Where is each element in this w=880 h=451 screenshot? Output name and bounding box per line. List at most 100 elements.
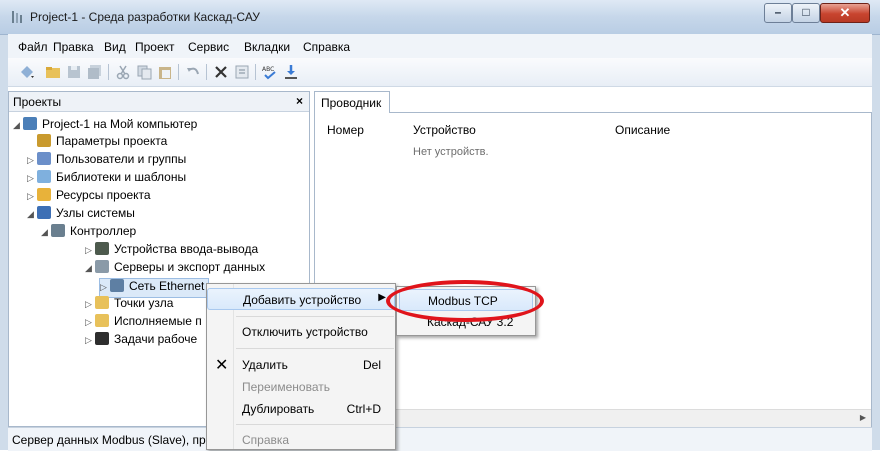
menu-item-rename[interactable]: Переименовать <box>207 376 395 398</box>
menu-view[interactable]: Вид <box>104 40 126 54</box>
copy-icon[interactable] <box>135 63 153 81</box>
tree-item-servers[interactable]: ◢ Серверы и экспорт данных <box>85 260 265 278</box>
network-nodes-icon <box>37 206 51 219</box>
menu-item-disable-device[interactable]: Отключить устройство <box>207 321 395 343</box>
tree-item-label: Сеть Ethernet <box>129 279 205 293</box>
expand-arrow-icon[interactable]: ◢ <box>13 120 23 131</box>
status-text: Сервер данных Modbus (Slave), пр <box>12 433 206 447</box>
server-icon <box>95 260 109 273</box>
tree-item-resources[interactable]: ▷ Ресурсы проекта <box>27 188 151 206</box>
toolbar-separator <box>178 64 179 80</box>
ethernet-icon <box>110 279 124 292</box>
tree-item-system-nodes[interactable]: ◢ Узлы системы <box>27 206 135 224</box>
projects-panel-header: Проекты × <box>9 92 309 112</box>
tree-item-executables[interactable]: ▷ Исполняемые п <box>85 314 202 332</box>
column-header-description[interactable]: Описание <box>615 123 670 137</box>
tab-explorer[interactable]: Проводник <box>314 91 390 113</box>
menu-file[interactable]: Файл <box>18 40 48 54</box>
controller-icon <box>51 224 65 237</box>
expand-arrow-icon[interactable]: ▷ <box>85 245 95 256</box>
toolbar-separator <box>108 64 109 80</box>
menu-item-help[interactable]: Справка <box>207 429 395 451</box>
expand-arrow-icon[interactable]: ▷ <box>27 173 37 184</box>
client-area: Файл Правка Вид Проект Сервис Вкладки Сп… <box>8 34 872 451</box>
tree-item-tasks[interactable]: ▷ Задачи рабоче <box>85 332 197 350</box>
empty-list-message: Нет устройств. <box>413 146 489 158</box>
maximize-icon: □ <box>802 5 810 19</box>
submenu-arrow-icon: ▶ <box>378 292 386 303</box>
console-icon <box>95 332 109 345</box>
menu-item-add-device[interactable]: Добавить устройство ▶ <box>207 288 395 310</box>
menu-item-delete[interactable]: ✕ Удалить Del <box>207 354 395 376</box>
delete-icon[interactable] <box>212 63 230 81</box>
minimize-button[interactable]: – <box>764 3 792 23</box>
folder-icon <box>95 296 109 309</box>
tree-item-project-params[interactable]: Параметры проекта <box>27 134 167 152</box>
close-button[interactable]: ✕ <box>820 3 870 23</box>
horizontal-scrollbar[interactable]: ▶ <box>315 409 871 427</box>
tree-item-io-devices[interactable]: ▷ Устройства ввода-вывода <box>85 242 258 260</box>
menu-item-duplicate[interactable]: Дублировать Ctrl+D <box>207 398 395 420</box>
status-bar: Сервер данных Modbus (Slave), пр <box>8 427 872 451</box>
title-bar[interactable]: Project-1 - Среда разработки Каскад-САУ … <box>0 0 880 35</box>
menu-bar: Файл Правка Вид Проект Сервис Вкладки Сп… <box>8 34 872 59</box>
menu-project[interactable]: Проект <box>135 40 175 54</box>
expand-arrow-icon[interactable]: ▷ <box>85 317 95 328</box>
tree-item-project[interactable]: ◢ Project-1 на Мой компьютер <box>13 117 197 135</box>
menu-edit[interactable]: Правка <box>53 40 94 54</box>
tree-item-ethernet[interactable]: ▷ Сеть Ethernet <box>99 278 210 298</box>
save-all-icon[interactable] <box>86 63 104 81</box>
expand-arrow-icon[interactable]: ◢ <box>41 227 51 238</box>
application-window: Project-1 - Среда разработки Каскад-САУ … <box>0 0 880 451</box>
tree-item-users[interactable]: ▷ Пользователи и группы <box>27 152 186 170</box>
close-icon: ✕ <box>839 5 851 20</box>
scroll-right-icon[interactable]: ▶ <box>860 413 866 422</box>
open-folder-icon[interactable] <box>44 63 62 81</box>
panel-close-icon[interactable]: × <box>296 94 303 108</box>
cut-icon[interactable] <box>114 63 132 81</box>
highlight-annotation <box>386 280 544 322</box>
undo-icon[interactable] <box>184 63 202 81</box>
io-device-icon <box>95 242 109 255</box>
menu-item-label: Добавить устройство <box>243 293 362 307</box>
new-icon[interactable] <box>18 63 36 81</box>
delete-icon: ✕ <box>215 357 229 374</box>
tree-item-label: Параметры проекта <box>56 134 168 148</box>
menu-help[interactable]: Справка <box>303 40 350 54</box>
svg-text:ABC: ABC <box>262 66 274 73</box>
properties-icon[interactable] <box>233 63 251 81</box>
tree-item-libraries[interactable]: ▷ Библиотеки и шаблоны <box>27 170 186 188</box>
toolbar: ABC <box>8 58 872 87</box>
paste-icon[interactable] <box>156 63 174 81</box>
expand-arrow-icon[interactable]: ▷ <box>85 335 95 346</box>
maximize-button[interactable]: □ <box>792 3 820 23</box>
expand-arrow-icon[interactable]: ▷ <box>27 155 37 166</box>
column-header-device[interactable]: Устройство <box>413 123 476 137</box>
tree-item-label: Узлы системы <box>56 206 135 220</box>
menu-item-label: Дублировать <box>242 402 315 416</box>
expand-arrow-icon[interactable]: ◢ <box>27 209 37 220</box>
folder-icon <box>95 314 109 327</box>
toolbar-separator <box>206 64 207 80</box>
tree-item-label: Точки узла <box>114 296 174 310</box>
expand-arrow-icon[interactable]: ▷ <box>100 282 110 293</box>
tab-label: Проводник <box>321 96 382 110</box>
download-icon[interactable] <box>282 63 300 81</box>
tree-item-label: Устройства ввода-вывода <box>114 242 259 256</box>
device-list[interactable]: Номер Устройство Описание Нет устройств.… <box>314 113 872 428</box>
tree-item-controller[interactable]: ◢ Контроллер <box>41 224 136 242</box>
save-icon[interactable] <box>65 63 83 81</box>
column-header-number[interactable]: Номер <box>327 123 364 137</box>
spellcheck-icon[interactable]: ABC <box>261 63 279 81</box>
menu-service[interactable]: Сервис <box>188 40 229 54</box>
minimize-icon: – <box>774 5 782 19</box>
tree-item-node-points[interactable]: ▷ Точки узла <box>85 296 173 314</box>
tree-item-label: Библиотеки и шаблоны <box>56 170 187 184</box>
menu-tabs[interactable]: Вкладки <box>244 40 290 54</box>
expand-arrow-icon[interactable]: ▷ <box>27 191 37 202</box>
context-menu: Добавить устройство ▶ Отключить устройст… <box>206 283 396 450</box>
expand-arrow-icon[interactable]: ▷ <box>85 299 95 310</box>
expand-arrow-icon[interactable]: ◢ <box>85 263 95 274</box>
window-title: Project-1 - Среда разработки Каскад-САУ <box>30 10 260 24</box>
menu-item-label: Удалить <box>242 358 288 372</box>
